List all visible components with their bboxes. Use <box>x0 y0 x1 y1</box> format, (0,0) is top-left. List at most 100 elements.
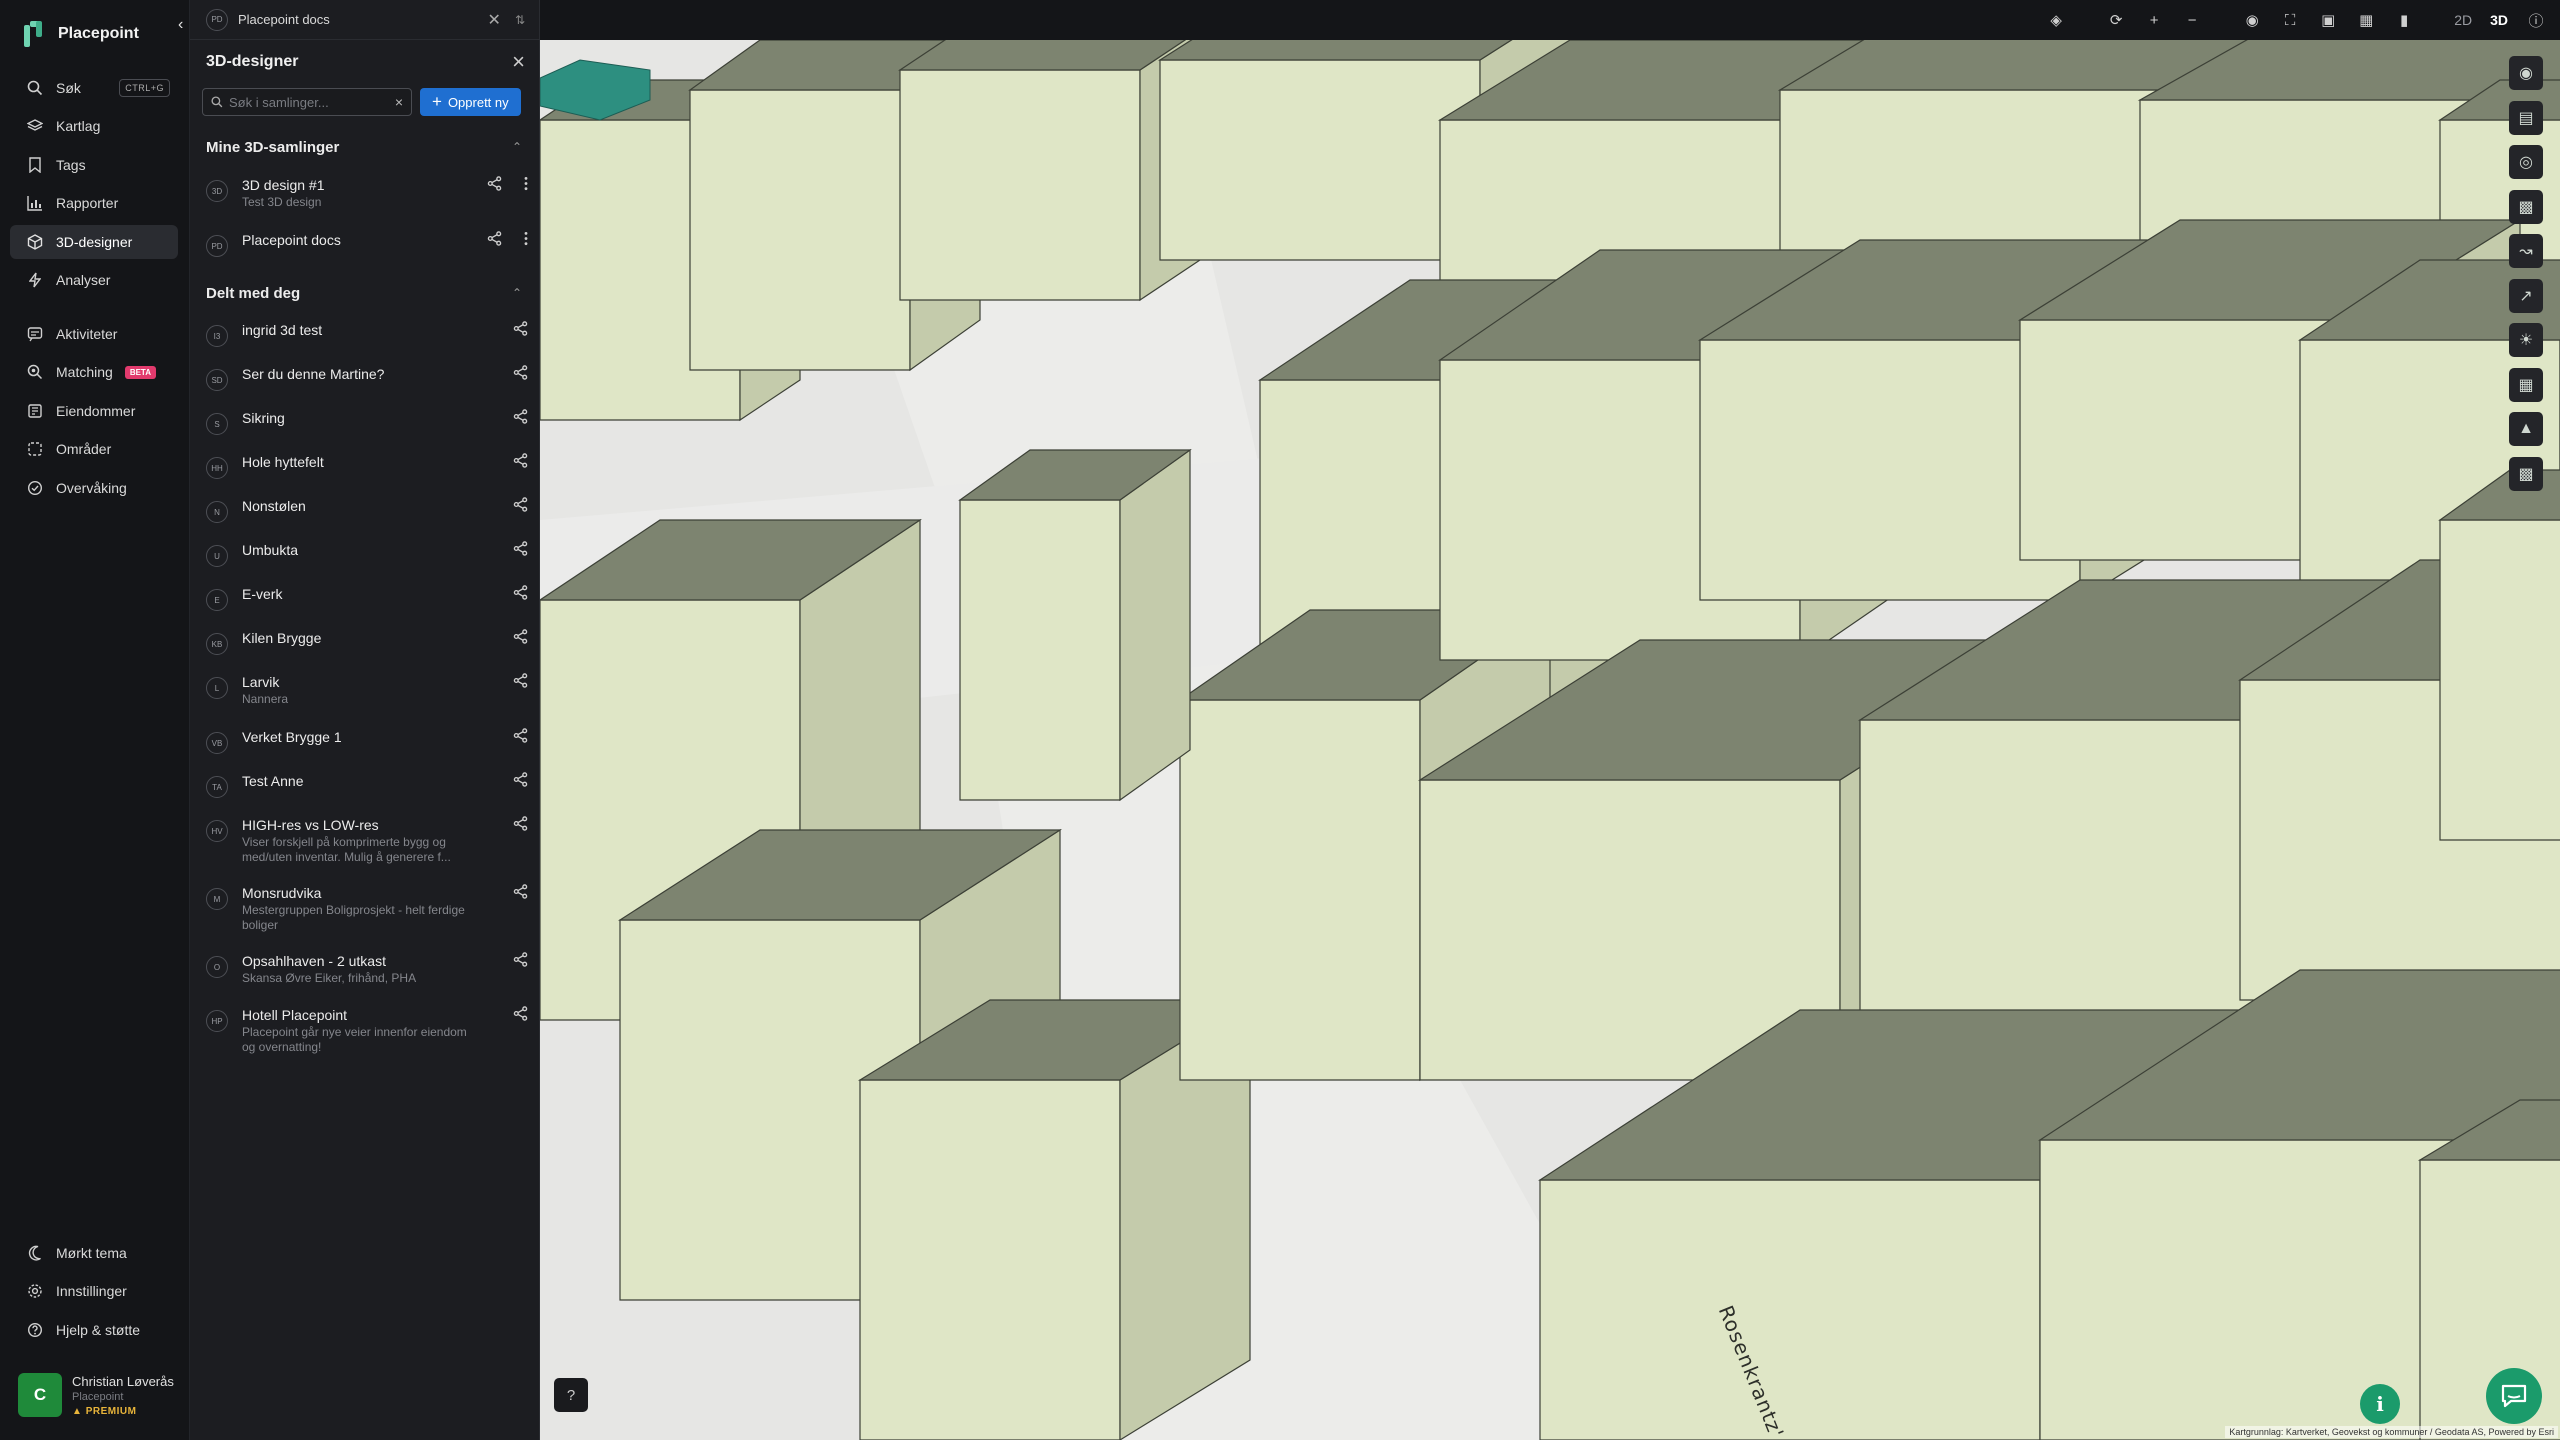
share-button[interactable] <box>513 952 528 967</box>
collection-item[interactable]: PD Placepoint docs <box>190 231 540 257</box>
share-button[interactable] <box>513 585 528 600</box>
share-button[interactable] <box>513 772 528 787</box>
share-button[interactable] <box>513 728 528 743</box>
collapse-nav-button[interactable]: ‹ <box>178 16 183 34</box>
collection-name: ingrid 3d test <box>242 322 323 338</box>
measure-tool-icon[interactable]: ↝ <box>2509 234 2543 268</box>
grid-icon[interactable]: ▦ <box>2356 11 2376 29</box>
view-mode-3d[interactable]: 3D <box>2490 12 2508 28</box>
nav-item-aktiviteter[interactable]: Aktiviteter <box>10 317 178 351</box>
layers-toggle-icon[interactable]: ◈ <box>2046 11 2066 29</box>
help-icon <box>26 1321 44 1339</box>
collection-item[interactable]: M Monsrudvika Mestergruppen Boligprosjekt … <box>190 884 540 933</box>
map-viewport[interactable]: Rosenkrantz' gate Kartgrunnlag: Kartverk… <box>540 40 2560 1440</box>
collection-item[interactable]: HP Hotell Placepoint Placepoint går nye ve… <box>190 1006 540 1055</box>
nav-item-eiendommer[interactable]: Eiendommer <box>10 394 178 428</box>
globe-tool-icon[interactable]: ◉ <box>2509 56 2543 90</box>
avatar: C <box>18 1373 62 1417</box>
collection-item[interactable]: L Larvik Nannera <box>190 673 540 707</box>
nav-item-analyser[interactable]: Analyser <box>10 263 178 297</box>
compass-icon[interactable]: ⟳ <box>2106 11 2126 29</box>
context-selector[interactable]: PD Placepoint docs ✕ ⇅ <box>190 0 539 40</box>
collection-item[interactable]: SD Ser du denne Martine? <box>190 365 540 391</box>
eye-icon[interactable]: ◉ <box>2242 11 2262 29</box>
share-button[interactable] <box>513 409 528 424</box>
zoom-out-icon[interactable]: − <box>2182 12 2202 29</box>
share-button[interactable] <box>513 453 528 468</box>
building-tool-icon[interactable]: ▦ <box>2509 367 2543 402</box>
collection-item[interactable]: 3D 3D design #1 Test 3D design <box>190 176 540 210</box>
collection-item[interactable]: KB Kilen Brygge <box>190 629 540 655</box>
collection-item[interactable]: U Umbukta <box>190 541 540 567</box>
trophy-icon: ▲ <box>72 1405 83 1417</box>
collection-item[interactable]: O Opsahlhaven - 2 utkast Skansa Øvre Eiker… <box>190 952 540 986</box>
share-button[interactable] <box>487 231 502 246</box>
nav-item-help[interactable]: Hjelp & støtte <box>10 1313 178 1347</box>
collection-search-input[interactable] <box>229 94 379 110</box>
share-button[interactable] <box>513 1006 528 1021</box>
chat-button[interactable] <box>2486 1368 2542 1424</box>
collection-item[interactable]: N Nonstølen <box>190 497 540 523</box>
nav-item-tags[interactable]: Tags <box>10 148 178 182</box>
ruler-tool-icon[interactable]: ▤ <box>2509 100 2543 135</box>
user-profile[interactable]: C Christian Løverås Placepoint ▲ PREMIUM <box>10 1364 182 1426</box>
chart-tool-icon[interactable]: ▩ <box>2509 189 2543 224</box>
collection-item[interactable]: HH Hole hyttefelt <box>190 453 540 479</box>
nav-item-kartlag[interactable]: Kartlag <box>10 109 178 143</box>
view-tool-icon[interactable]: ◎ <box>2509 145 2543 179</box>
beta-badge: BETA <box>124 365 156 379</box>
collection-search[interactable]: × <box>202 88 412 116</box>
more-options-button[interactable] <box>524 231 528 246</box>
clear-context-icon[interactable]: ✕ <box>488 10 501 30</box>
nav-item-3d-designer[interactable]: 3D-designer <box>10 225 178 259</box>
collection-item[interactable]: VB Verket Brygge 1 <box>190 728 540 754</box>
collection-item[interactable]: E E-verk <box>190 585 540 611</box>
nav-item-dark-theme[interactable]: Mørkt tema <box>10 1236 178 1270</box>
more-options-button[interactable] <box>524 176 528 191</box>
share-button[interactable] <box>487 176 502 191</box>
my-collections-header[interactable]: Mine 3D-samlinger ⌃ <box>190 124 540 170</box>
collection-avatar: E <box>206 589 228 611</box>
create-new-button[interactable]: + Opprett ny <box>420 88 521 116</box>
nav-item-matching[interactable]: Matching BETA <box>10 355 178 389</box>
brand[interactable]: Placepoint <box>24 20 139 48</box>
sun-tool-icon[interactable]: ☀ <box>2509 323 2543 357</box>
nav-item-settings[interactable]: Innstillinger <box>10 1274 178 1308</box>
shared-collections-header[interactable]: Delt med deg ⌃ <box>190 270 540 316</box>
view-mode-2d[interactable]: 2D <box>2454 12 2472 28</box>
share-button[interactable] <box>513 497 528 512</box>
share-icon <box>487 176 502 191</box>
collection-item[interactable]: S Sikring <box>190 409 540 435</box>
share-button[interactable] <box>513 541 528 556</box>
chevron-updown-icon[interactable]: ⇅ <box>515 13 525 27</box>
map-info-button[interactable]: i <box>2360 1384 2400 1424</box>
zoom-in-icon[interactable]: + <box>2144 12 2164 29</box>
camera-icon[interactable]: ▣ <box>2318 11 2338 29</box>
nav-item-omrader[interactable]: Områder <box>10 432 178 466</box>
share-button[interactable] <box>513 321 528 336</box>
profile-tool-icon[interactable]: ↗ <box>2509 278 2543 313</box>
collection-item[interactable]: HV HIGH-res vs LOW-res Viser forskjell på … <box>190 816 540 865</box>
3d-city-scene[interactable] <box>540 40 2560 1440</box>
share-button[interactable] <box>513 365 528 380</box>
nav-item-label: Overvåking <box>56 480 127 496</box>
collection-item[interactable]: TA Test Anne <box>190 772 540 798</box>
share-icon <box>513 365 528 380</box>
share-button[interactable] <box>513 884 528 899</box>
nav-item-rapporter[interactable]: Rapporter <box>10 186 178 220</box>
nav-search[interactable]: Søk CTRL+G <box>10 71 178 105</box>
bookmark-icon[interactable]: ▮ <box>2394 11 2414 29</box>
nav-item-overvaking[interactable]: Overvåking <box>10 471 178 505</box>
clear-search-icon[interactable]: × <box>395 94 403 110</box>
export-tool-icon[interactable]: ▩ <box>2509 456 2543 491</box>
terrain-tool-icon[interactable]: ▲ <box>2509 412 2543 446</box>
share-button[interactable] <box>513 673 528 688</box>
collection-item[interactable]: I3 ingrid 3d test <box>190 321 540 347</box>
map-help-button[interactable]: ? <box>554 1378 588 1412</box>
share-button[interactable] <box>513 816 528 831</box>
info-icon[interactable]: ⓘ <box>2526 10 2546 31</box>
fullscreen-icon[interactable]: ⛶ <box>2280 12 2300 29</box>
share-icon <box>513 816 528 831</box>
share-button[interactable] <box>513 629 528 644</box>
close-panel-icon[interactable]: × <box>512 49 525 75</box>
